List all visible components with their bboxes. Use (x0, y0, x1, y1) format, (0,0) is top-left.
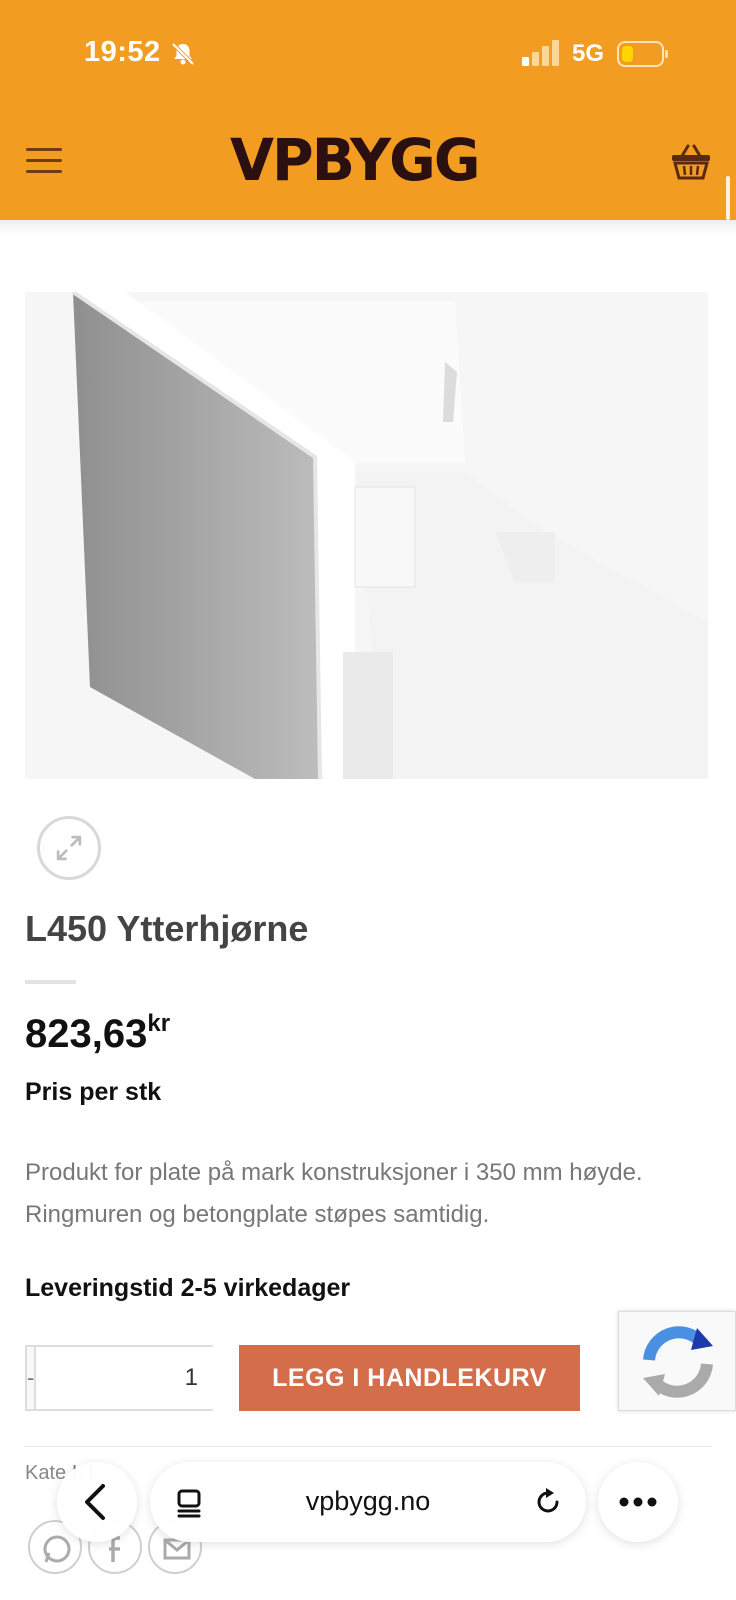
site-logo[interactable]: VPBYGG (230, 128, 504, 192)
chevron-left-icon (85, 1484, 105, 1520)
title-divider (25, 980, 76, 984)
quantity-stepper: - + (25, 1345, 362, 1411)
price-currency: kr (147, 1010, 171, 1037)
reload-icon[interactable] (532, 1486, 564, 1518)
meta-divider (25, 1446, 711, 1447)
price-note: Pris per stk (25, 1078, 162, 1106)
browser-address-bar[interactable]: vpbygg.no (150, 1462, 586, 1542)
delivery-time: Leveringstid 2-5 virkedager (25, 1274, 351, 1302)
recaptcha-icon (643, 1326, 713, 1398)
quantity-minus-button[interactable]: - (27, 1347, 35, 1409)
product-description: Produkt for plate på mark konstruksjoner… (25, 1159, 643, 1228)
product-image[interactable] (25, 292, 708, 779)
network-type: 5G (572, 40, 605, 67)
site-header: 19:52 5G VPBYGG (0, 0, 736, 220)
recaptcha-badge[interactable] (618, 1311, 736, 1411)
menu-button[interactable] (26, 148, 62, 178)
browser-url: vpbygg.no (305, 1486, 431, 1516)
zoom-expand-icon[interactable] (37, 816, 101, 880)
bell-muted-icon (171, 42, 195, 66)
price-amount: 823,63 (25, 1012, 148, 1056)
browser-more-button[interactable] (598, 1462, 678, 1542)
basket-icon[interactable] (670, 142, 712, 182)
product-price: 823,63kr (25, 1010, 170, 1057)
header-shadow (0, 220, 736, 234)
add-to-cart-button[interactable]: LEGG I HANDLEKURV (239, 1345, 580, 1411)
status-time: 19:52 (84, 36, 161, 68)
signal-icon (522, 40, 559, 66)
scroll-indicator (726, 176, 730, 220)
product-title: L450 Ytterhjørne (25, 908, 309, 949)
battery-low-icon (617, 41, 668, 67)
browser-back-button[interactable] (57, 1462, 137, 1542)
hamburger-icon (26, 148, 62, 151)
product-illustration (25, 292, 708, 779)
more-dots-icon (619, 1497, 657, 1507)
